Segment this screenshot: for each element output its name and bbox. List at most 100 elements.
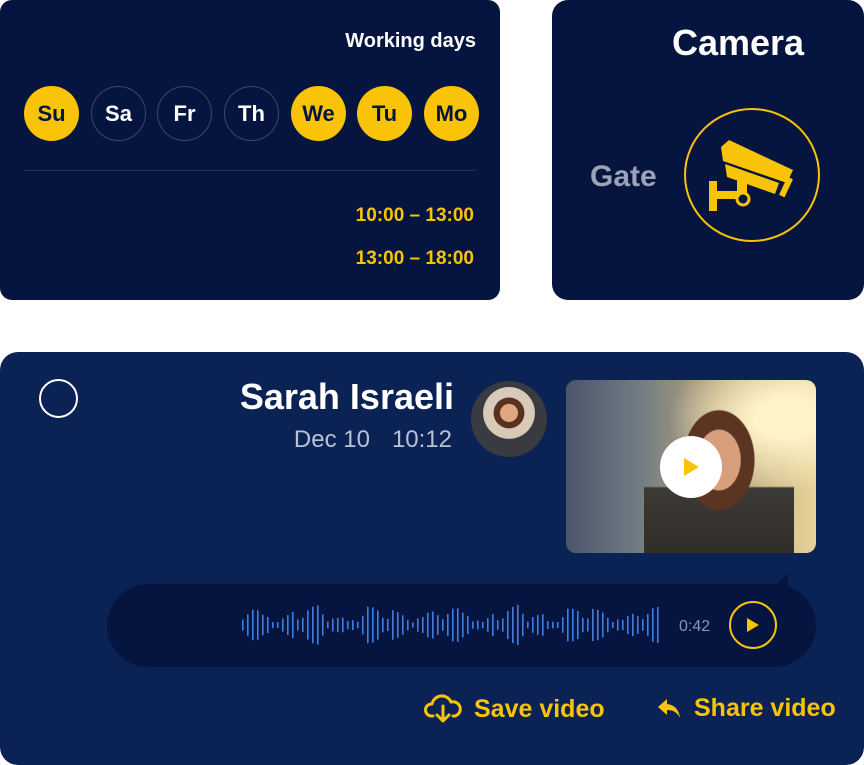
waveform-bar [617, 619, 619, 631]
waveform-bar [412, 622, 414, 628]
time-slot: 10:00 – 13:00 [355, 205, 474, 226]
waveform-bar [572, 608, 574, 642]
message-meta: Dec 10 10:12 [294, 426, 452, 454]
waveform-bar [582, 617, 584, 633]
waveform-bar [352, 620, 354, 630]
waveform-bar [462, 612, 464, 638]
sender-name: Sarah Israeli [239, 376, 454, 417]
waveform-bar [287, 615, 289, 635]
reply-arrow-icon [658, 698, 680, 718]
waveform-bar [512, 606, 514, 644]
waveform-bar [422, 617, 424, 633]
waveform-bar [257, 610, 259, 640]
day-tu[interactable]: Tu [357, 86, 412, 141]
day-we[interactable]: We [291, 86, 346, 141]
waveform-bar [297, 619, 299, 631]
camera-card[interactable]: Camera Gate [552, 0, 864, 300]
waveform-bar [622, 619, 624, 631]
waveform-bar [647, 614, 649, 636]
waveform-bar [457, 608, 459, 642]
waveform-bar [537, 615, 539, 635]
waveform-bar [427, 612, 429, 638]
audio-play-button[interactable] [729, 601, 777, 649]
waveform-bar [607, 617, 609, 633]
security-camera-icon [709, 140, 793, 211]
avatar [471, 381, 547, 457]
audio-waveform[interactable] [242, 604, 662, 646]
waveform-bar [492, 614, 494, 636]
waveform-bar [277, 622, 279, 628]
waveform-bar [242, 619, 244, 631]
day-fr[interactable]: Fr [157, 86, 212, 141]
waveform-bar [437, 615, 439, 635]
waveform-bar [337, 617, 339, 633]
day-mo[interactable]: Mo [424, 86, 479, 141]
waveform-bar [627, 615, 629, 635]
waveform-bar [442, 619, 444, 631]
waveform-bar [267, 617, 269, 633]
select-checkbox[interactable] [39, 379, 78, 418]
waveform-bar [487, 618, 489, 632]
share-video-button[interactable]: Share video [656, 694, 836, 723]
waveform-bar [347, 620, 349, 630]
share-video-label: Share video [694, 694, 836, 722]
waveform-bar [357, 621, 359, 629]
waveform-bar [652, 608, 654, 642]
waveform-bar [577, 611, 579, 639]
waveform-bar [342, 617, 344, 633]
message-date: Dec 10 [293, 426, 370, 453]
waveform-bar [592, 608, 594, 642]
waveform-bar [407, 619, 409, 631]
message-card: Sarah Israeli Dec 10 10:12 0:42 Save vide… [0, 352, 864, 765]
audio-message[interactable]: 0:42 [107, 584, 816, 667]
waveform-bar [377, 610, 379, 640]
video-thumbnail[interactable] [566, 380, 816, 553]
waveform-bar [522, 613, 524, 637]
waveform-bar [282, 618, 284, 632]
waveform-bar [542, 614, 544, 636]
play-icon [747, 618, 759, 632]
waveform-bar [477, 620, 479, 630]
waveform-bar [432, 611, 434, 639]
waveform-bar [602, 612, 604, 638]
camera-title: Camera [672, 22, 805, 63]
waveform-bar [547, 621, 549, 629]
waveform-bar [307, 610, 309, 640]
day-su[interactable]: Su [24, 86, 79, 141]
divider [24, 170, 476, 171]
waveform-bar [502, 618, 504, 632]
waveform-bar [642, 619, 644, 631]
waveform-bar [322, 614, 324, 636]
audio-duration: 0:42 [679, 618, 711, 635]
waveform-bar [252, 609, 254, 641]
waveform-bar [417, 618, 419, 632]
camera-badge[interactable] [684, 108, 820, 242]
waveform-bar [552, 621, 554, 629]
day-sa[interactable]: Sa [91, 86, 146, 141]
waveform-bar [367, 606, 369, 644]
waveform-bar [587, 618, 589, 632]
waveform-bar [402, 615, 404, 635]
waveform-bar [612, 621, 614, 629]
waveform-bar [557, 621, 559, 629]
waveform-bar [387, 618, 389, 632]
waveform-bar [507, 611, 509, 639]
waveform-bar [527, 621, 529, 629]
waveform-bar [532, 617, 534, 633]
save-video-button[interactable]: Save video [424, 694, 605, 724]
day-th[interactable]: Th [224, 86, 279, 141]
waveform-bar [472, 621, 474, 629]
waveform-bar [497, 620, 499, 630]
video-play-button[interactable] [660, 436, 722, 498]
waveform-bar [312, 606, 314, 644]
time-slot: 13:00 – 18:00 [355, 248, 474, 269]
waveform-bar [332, 618, 334, 632]
cloud-download-icon [424, 694, 462, 723]
waveform-bar [292, 611, 294, 639]
working-days-card: Working days Su Sa Fr Th We Tu Mo 10:00 … [0, 0, 500, 300]
waveform-bar [272, 622, 274, 628]
waveform-bar [562, 617, 564, 633]
working-days-title: Working days [345, 30, 476, 52]
waveform-bar [317, 605, 319, 645]
waveform-bar [397, 612, 399, 638]
